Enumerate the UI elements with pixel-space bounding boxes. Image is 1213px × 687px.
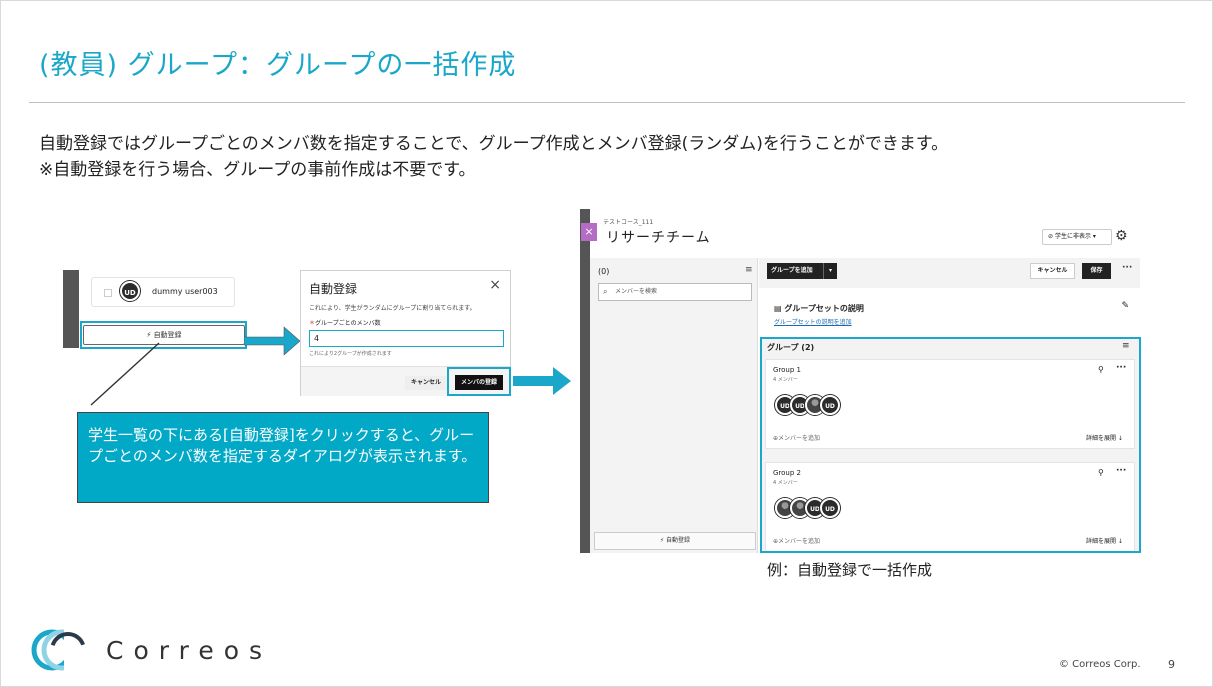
groupset-description-label: グループセットの説明 [784, 304, 864, 313]
visibility-dropdown[interactable]: ⊘ 学生に非表示 ▾ [1042, 229, 1112, 245]
more-icon[interactable]: ··· [1122, 263, 1132, 273]
user-row: UD dummy user003 [91, 277, 235, 307]
member-count: (0) [598, 267, 610, 276]
arrow-to-dialog [244, 326, 300, 356]
dialog-title: 自動登録 [309, 282, 358, 296]
body-line-1: 自動登録ではグループごとのメンバ数を指定することで、グループ作成とメンバ登録(ラ… [39, 134, 949, 154]
close-icon[interactable]: × [489, 277, 501, 293]
field-label: ＊グループごとのメンバ数 [309, 318, 381, 327]
correos-logo: Correos [30, 628, 262, 672]
field-label-text: グループごとのメンバ数 [315, 320, 381, 327]
sort-icon[interactable]: ≡ [745, 265, 753, 275]
user-checkbox[interactable] [104, 289, 112, 297]
add-group-button[interactable]: グループを追加 ▾ [767, 263, 837, 279]
cancel-button[interactable]: キャンセル [405, 376, 447, 390]
document-icon: ▤ [774, 304, 785, 313]
callout-pointer [90, 342, 160, 406]
search-icon: ⌕ [603, 287, 608, 296]
groupset-title: リサーチチーム [606, 230, 711, 246]
logo-text: Correos [106, 636, 273, 665]
chevron-down-icon: ▾ [1090, 233, 1096, 240]
pointer-line [90, 342, 160, 406]
copyright: © Correos Corp. [1059, 659, 1141, 670]
members-per-group-input[interactable]: 4 [309, 330, 504, 347]
body-text: 自動登録ではグループごとのメンバ数を指定することで、グループ作成とメンバ登録(ラ… [39, 131, 948, 183]
dialog-description: これにより、学生がランダムにグループに割り当てられます。 [309, 305, 476, 312]
groups-toolbar: グループを追加 ▾ キャンセル 保存 ··· [759, 258, 1140, 288]
user-avatar: UD [120, 281, 140, 301]
members-panel: (0) ≡ ⌕ メンバーを検索 ⚡ 自動登録 [590, 258, 758, 553]
save-button[interactable]: 保存 [1082, 263, 1111, 279]
logo-mark-icon [31, 628, 94, 672]
sidebar-strip [580, 209, 590, 553]
groupset-description-title: ▤ グループセットの説明 [774, 303, 864, 314]
sidebar-strip [63, 270, 79, 348]
page-number: 9 [1168, 658, 1175, 671]
gear-icon[interactable]: ⚙ [1115, 228, 1128, 244]
close-icon[interactable]: × [581, 223, 597, 241]
callout-box: 学生一覧の下にある[自動登録]をクリックすると、グループごとのメンバ数を指定する… [77, 412, 489, 503]
user-name: dummy user003 [152, 287, 218, 296]
search-placeholder: メンバーを検索 [615, 288, 658, 295]
eye-off-icon: ⊘ [1048, 233, 1055, 240]
highlight-groups-list [760, 337, 1141, 553]
visibility-label: 学生に非表示 [1054, 233, 1091, 240]
pencil-icon[interactable]: ✎ [1121, 301, 1129, 311]
add-group-label: グループを追加 [771, 267, 813, 274]
highlight-submit-button [447, 367, 511, 396]
auto-register-label: 自動登録 [666, 537, 691, 544]
course-name: テストコース_111 [603, 219, 654, 226]
example-caption: 例：自動登録で一括作成 [767, 561, 933, 579]
body-line-2: ※自動登録を行う場合、グループの事前作成は不要です。 [39, 160, 476, 180]
slide-title: (教員) グループ：グループの一括作成 [39, 50, 517, 81]
arrow-to-result [513, 367, 571, 395]
member-search-input[interactable]: ⌕ メンバーを検索 [598, 283, 752, 301]
title-divider [29, 102, 1185, 103]
arrow-shape [513, 367, 571, 395]
groupset-description: ▤ グループセットの説明 グループセットの説明を追加 ✎ [768, 296, 1135, 336]
cancel-button[interactable]: キャンセル [1030, 263, 1075, 279]
auto-register-button[interactable]: ⚡ 自動登録 [594, 532, 756, 550]
add-description-link[interactable]: グループセットの説明を追加 [774, 317, 852, 326]
arrow-shape [244, 326, 300, 356]
field-hint: これにより2グループが作成されます [309, 351, 392, 357]
chevron-down-icon[interactable]: ▾ [823, 263, 837, 279]
slide: { "title": "(教員) グループ：グループの一括作成", "body_… [0, 0, 1213, 687]
